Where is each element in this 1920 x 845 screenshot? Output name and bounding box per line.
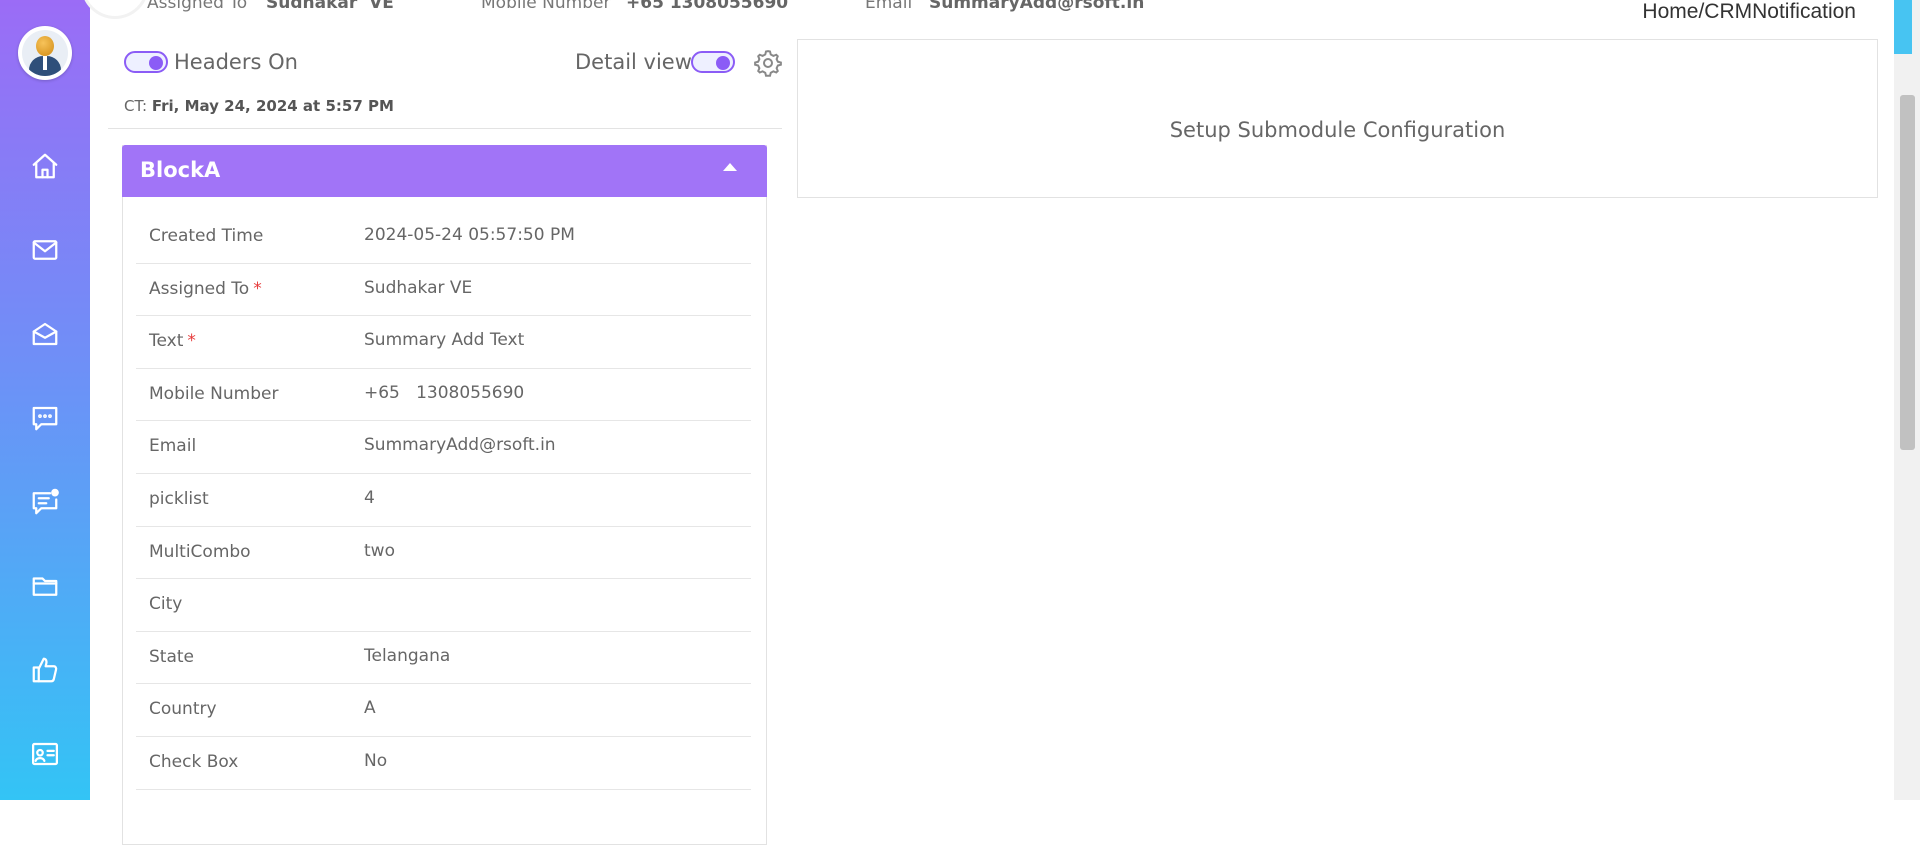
field-value[interactable]: A xyxy=(364,698,376,718)
scroll-top-accent xyxy=(1894,0,1912,54)
header-assigned-label: Assigned To xyxy=(147,0,248,13)
current-time: CT: Fri, May 24, 2024 at 5:57 PM xyxy=(124,97,394,115)
collapse-caret-icon[interactable] xyxy=(723,163,737,171)
header-assigned-value: Sudhakar VE xyxy=(266,0,394,13)
field-label-text: MultiCombo xyxy=(149,541,251,562)
field-row: Created Time 2024-05-24 05:57:50 PM xyxy=(136,211,751,264)
header-email-value: SummaryAdd@rsoft.in xyxy=(929,0,1145,13)
sidebar xyxy=(0,0,90,800)
field-row: Text * Summary Add Text xyxy=(136,316,751,369)
field-label: Mobile Number xyxy=(149,384,278,404)
field-label: State xyxy=(149,647,194,667)
ct-value: Fri, May 24, 2024 at 5:57 PM xyxy=(151,97,394,115)
ct-prefix: CT: xyxy=(124,97,148,115)
field-label: Assigned To * xyxy=(149,279,262,299)
field-label-text: picklist xyxy=(149,488,209,509)
field-value[interactable]: Sudhakar VE xyxy=(364,278,472,298)
headers-toggle-label: Headers On xyxy=(174,50,298,74)
field-row: City xyxy=(136,579,751,632)
breadcrumb-home-link[interactable]: Home xyxy=(1642,0,1698,23)
field-label: Created Time xyxy=(149,226,263,246)
field-value[interactable]: Summary Add Text xyxy=(364,330,524,350)
field-label: MultiCombo xyxy=(149,542,251,562)
field-label: Text * xyxy=(149,331,196,351)
field-value[interactable]: +65 1308055690 xyxy=(364,383,524,403)
record-summary-header: Assigned To Sudhakar VE Mobile Number +6… xyxy=(108,0,1892,18)
field-label-text: Mobile Number xyxy=(149,383,279,404)
field-label: City xyxy=(149,594,182,614)
home-icon[interactable] xyxy=(27,148,63,184)
field-value[interactable]: 2024-05-24 05:57:50 PM xyxy=(364,225,575,245)
field-label-text: City xyxy=(149,594,183,615)
user-avatar[interactable] xyxy=(18,26,72,80)
field-row: Mobile Number +65 1308055690 xyxy=(136,369,751,422)
thumbs-up-icon[interactable] xyxy=(27,652,63,688)
field-value[interactable]: No xyxy=(364,751,387,771)
field-row: Country A xyxy=(136,684,751,737)
field-value[interactable]: two xyxy=(364,541,395,561)
header-email-label: Email xyxy=(865,0,913,13)
detail-view-toggle[interactable] xyxy=(691,51,735,73)
avatar-person-icon xyxy=(22,30,68,76)
block-title: BlockA xyxy=(140,158,221,182)
field-label-text: Email xyxy=(149,436,197,457)
field-label-text: Created Time xyxy=(149,226,264,246)
settings-gear-icon[interactable] xyxy=(753,48,783,78)
mail-open-icon[interactable] xyxy=(27,316,63,352)
breadcrumb: Home/CRMNotification xyxy=(1642,0,1856,24)
chat-notification-icon[interactable] xyxy=(27,484,63,520)
field-row: picklist 4 xyxy=(136,474,751,527)
field-label-text: Text xyxy=(149,331,184,352)
headers-toggle[interactable] xyxy=(124,51,168,73)
header-mobile-value: +65 1308055690 xyxy=(626,0,789,13)
field-row: Check Box No xyxy=(136,737,751,790)
submodule-panel: Setup Submodule Configuration xyxy=(797,39,1878,198)
field-row: State Telangana xyxy=(136,632,751,685)
field-label-text: Country xyxy=(149,699,217,720)
required-asterisk: * xyxy=(253,278,262,299)
header-mobile-label: Mobile Number xyxy=(481,0,611,13)
folder-icon[interactable] xyxy=(27,568,63,604)
field-row: MultiCombo two xyxy=(136,527,751,580)
mail-icon[interactable] xyxy=(27,232,63,268)
field-label: Email xyxy=(149,436,196,456)
detail-view-label: Detail view xyxy=(575,50,692,74)
field-label: Country xyxy=(149,699,217,719)
divider xyxy=(108,128,782,129)
field-list: Created Time 2024-05-24 05:57:50 PM Assign… xyxy=(136,211,751,790)
required-asterisk: * xyxy=(187,331,196,352)
field-label-text: Assigned To xyxy=(149,278,250,299)
id-card-icon[interactable] xyxy=(27,736,63,772)
chat-icon[interactable] xyxy=(27,400,63,436)
field-row: Assigned To * Sudhakar VE xyxy=(136,264,751,317)
field-value[interactable]: SummaryAdd@rsoft.in xyxy=(364,435,556,455)
scrollbar-thumb[interactable] xyxy=(1900,95,1915,450)
block-header[interactable]: BlockA xyxy=(122,145,767,197)
field-label-text: Check Box xyxy=(149,751,239,772)
field-label-text: State xyxy=(149,646,194,667)
field-row: Email SummaryAdd@rsoft.in xyxy=(136,421,751,474)
field-label: picklist xyxy=(149,489,209,509)
field-value[interactable]: Telangana xyxy=(364,646,450,666)
field-value[interactable]: 4 xyxy=(364,488,375,508)
setup-submodule-link[interactable]: Setup Submodule Configuration xyxy=(798,118,1877,142)
breadcrumb-current: CRMNotification xyxy=(1704,0,1856,23)
field-label: Check Box xyxy=(149,752,238,772)
